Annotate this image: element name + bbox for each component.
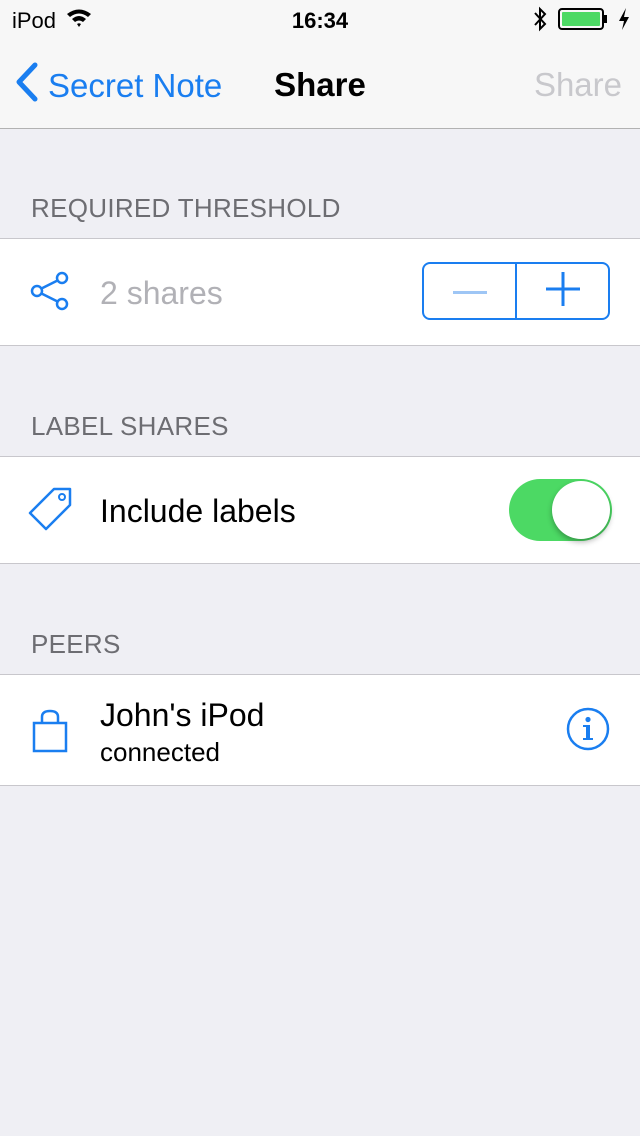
decrement-button[interactable] (424, 264, 515, 318)
share-button[interactable]: Share (534, 66, 622, 104)
threshold-stepper (422, 262, 610, 320)
status-bar: iPod 16:34 (0, 0, 640, 40)
tag-icon (28, 487, 72, 531)
bag-icon (28, 709, 72, 753)
share-icon (28, 269, 72, 313)
include-labels-label: Include labels (100, 493, 296, 529)
labels-cell: Include labels (0, 456, 640, 564)
toggle-knob (552, 481, 610, 539)
peer-status: connected (100, 737, 220, 767)
peers-section-header: PEERS (31, 629, 121, 659)
status-right (532, 6, 630, 38)
labels-section-header: LABEL SHARES (31, 411, 229, 441)
charging-icon (618, 8, 630, 36)
include-labels-toggle[interactable] (509, 479, 612, 541)
minus-icon (452, 282, 487, 300)
peer-name: John's iPod (100, 697, 265, 733)
increment-button[interactable] (517, 264, 608, 318)
threshold-value: 2 shares (100, 275, 223, 311)
plus-icon (545, 271, 580, 311)
battery-icon (558, 8, 608, 36)
threshold-cell: 2 shares (0, 238, 640, 346)
info-icon[interactable] (566, 707, 610, 751)
threshold-section-header: REQUIRED THRESHOLD (31, 193, 341, 223)
navigation-bar: Secret Note Share Share (0, 40, 640, 129)
screen: iPod 16:34 Secret Note Share Share REQUI… (0, 0, 640, 1136)
bluetooth-icon (532, 6, 548, 38)
peer-row[interactable]: John's iPod connected (0, 674, 640, 786)
